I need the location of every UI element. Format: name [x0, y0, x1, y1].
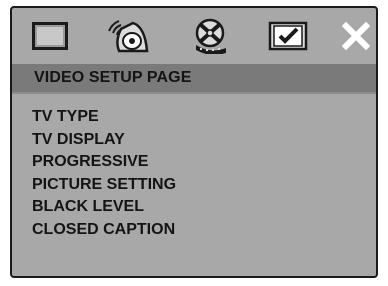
preference-setup-icon[interactable]: [264, 16, 312, 56]
video-setup-menu: TV TYPE TV DISPLAY PROGRESSIVE PICTURE S…: [32, 106, 176, 241]
page-header: VIDEO SETUP PAGE: [12, 64, 376, 92]
setup-toolbar: [12, 8, 376, 64]
menu-item-progressive[interactable]: PROGRESSIVE: [32, 151, 176, 174]
exit-icon[interactable]: [332, 16, 376, 56]
setup-menu-window: VIDEO SETUP PAGE TV TYPE TV DISPLAY PROG…: [10, 6, 378, 278]
audio-setup-icon[interactable]: [104, 16, 152, 56]
menu-item-closed-caption[interactable]: CLOSED CAPTION: [32, 219, 176, 242]
video-setup-icon[interactable]: [186, 16, 234, 56]
general-setup-icon[interactable]: [26, 16, 74, 56]
page-title: VIDEO SETUP PAGE: [34, 69, 192, 86]
divider: [12, 92, 376, 94]
menu-item-picture-setting[interactable]: PICTURE SETTING: [32, 174, 176, 197]
menu-item-tv-display[interactable]: TV DISPLAY: [32, 129, 176, 152]
menu-item-black-level[interactable]: BLACK LEVEL: [32, 196, 176, 219]
menu-item-tv-type[interactable]: TV TYPE: [32, 106, 176, 129]
